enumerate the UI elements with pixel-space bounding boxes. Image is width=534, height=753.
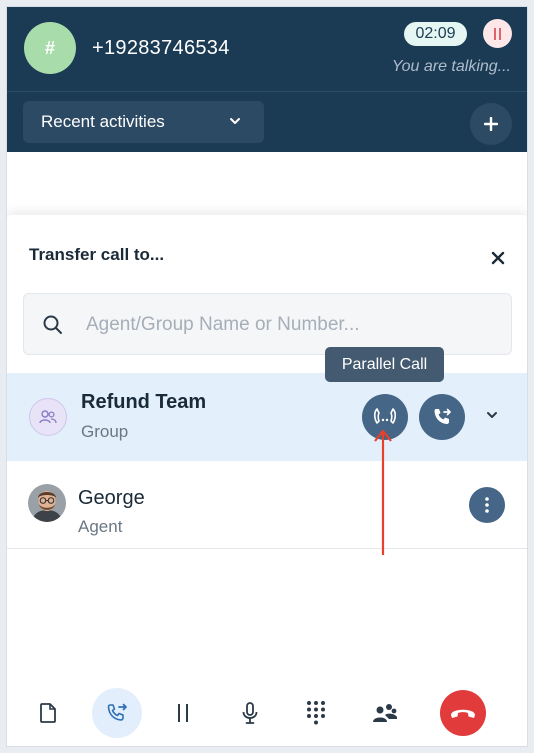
phone-forward-icon (434, 408, 451, 424)
conference-button[interactable] (360, 688, 410, 738)
group-icon (39, 410, 57, 424)
transfer-icon (107, 703, 127, 721)
caller-number: +19283746534 (92, 37, 230, 59)
hold-status-icon[interactable] (483, 19, 512, 48)
transfer-button[interactable] (92, 688, 142, 738)
recent-activities-dropdown[interactable]: Recent activities (23, 101, 264, 143)
transfer-panel: Transfer call to... Refund Team Group Pa… (7, 215, 527, 746)
mic-icon (242, 702, 258, 724)
conference-icon (373, 704, 397, 722)
recent-activities-label: Recent activities (41, 112, 165, 131)
agent-avatar (28, 484, 66, 522)
entry-name: Refund Team (81, 391, 207, 413)
transfer-row-refund-team[interactable]: Refund Team Group (7, 373, 527, 461)
entry-type: Group (81, 422, 129, 441)
call-header: # +19283746534 02:09 You are talking... … (7, 7, 527, 152)
header-divider (7, 91, 527, 92)
more-vertical-icon (485, 497, 489, 513)
entry-name: George (78, 487, 145, 509)
notes-button[interactable] (23, 688, 73, 738)
agent-photo (28, 484, 66, 522)
call-timer: 02:09 (404, 22, 467, 46)
notes-icon (40, 703, 56, 723)
add-button[interactable] (470, 103, 512, 145)
end-call-icon (451, 709, 475, 718)
caller-avatar: # (24, 22, 76, 74)
transfer-call-button[interactable] (419, 394, 465, 440)
mute-button[interactable] (225, 688, 275, 738)
parallel-call-tooltip: Parallel Call (325, 347, 444, 382)
dialpad-icon (307, 701, 325, 725)
end-call-button[interactable] (440, 690, 486, 736)
dialpad-button[interactable] (291, 688, 341, 738)
call-status-text: You are talking... (391, 58, 511, 75)
transfer-title: Transfer call to... (29, 245, 165, 264)
group-avatar (29, 398, 67, 436)
more-options-button[interactable] (469, 487, 505, 523)
transfer-row-george[interactable]: George Agent (7, 461, 527, 549)
expand-chevron-icon[interactable] (485, 408, 499, 422)
hold-button[interactable] (158, 688, 208, 738)
transfer-search (23, 293, 512, 356)
close-icon[interactable] (489, 249, 507, 267)
search-icon (43, 315, 62, 334)
parallel-call-icon (373, 408, 397, 424)
chevron-down-icon (230, 118, 240, 124)
hold-icon (178, 704, 188, 722)
call-widget: # +19283746534 02:09 You are talking... … (6, 6, 528, 747)
annotation-arrow-icon (374, 429, 392, 555)
plus-icon (484, 117, 498, 131)
call-toolbar (7, 687, 527, 741)
entry-type: Agent (78, 517, 123, 536)
